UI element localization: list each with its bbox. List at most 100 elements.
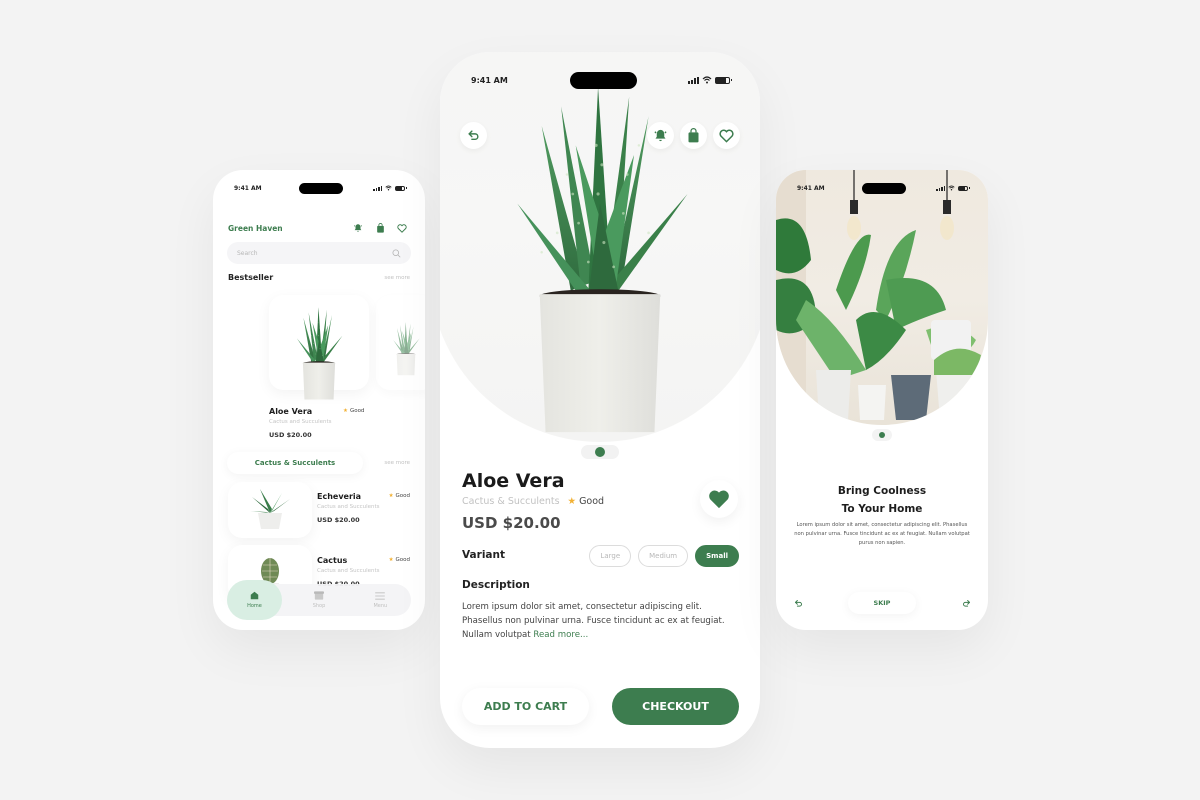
product-title: Aloe Vera: [462, 470, 565, 492]
variant-label: Variant: [462, 549, 505, 561]
variant-option-medium[interactable]: Medium: [638, 545, 689, 567]
indoor-plants-photo: [776, 170, 988, 425]
bell-icon[interactable]: [350, 220, 366, 236]
home-icon: [250, 591, 259, 600]
checkout-button[interactable]: CHECKOUT: [612, 688, 739, 725]
bestseller-see-more[interactable]: see more: [384, 275, 410, 281]
variant-selector: Large Medium Small: [589, 545, 739, 567]
onboarding-phone: 9:41 AM Bring Coolness To Your Home Lore…: [776, 170, 988, 630]
variant-option-large[interactable]: Large: [589, 545, 632, 567]
redo-icon[interactable]: [958, 595, 974, 611]
bestseller-title: Bestseller: [228, 273, 274, 282]
onboarding-title-line-1: Bring Coolness: [837, 485, 927, 497]
home-header: Green Haven: [228, 220, 410, 236]
nav-shop[interactable]: Shop: [288, 584, 349, 616]
product-rating: ★ Good: [389, 557, 410, 563]
carousel-dot-active[interactable]: [879, 432, 885, 438]
bestseller-header: Bestseller see more: [228, 273, 410, 282]
product-rating: ★ Good: [389, 493, 410, 499]
description-title: Description: [462, 579, 530, 591]
status-time: 9:41 AM: [234, 185, 262, 192]
status-icons: [373, 185, 407, 191]
category-pill[interactable]: Cactus & Succulents: [227, 452, 363, 474]
aloe-vera-image: [293, 307, 345, 401]
product-rating: ★ Good: [568, 496, 605, 507]
favorite-button[interactable]: [700, 480, 738, 518]
back-icon[interactable]: [460, 122, 487, 149]
onboarding-controls: SKIP: [790, 592, 974, 614]
dynamic-island: [862, 183, 906, 194]
rating-label: Good: [395, 557, 410, 563]
onboarding-title: Bring Coolness To Your Home: [776, 482, 988, 518]
nav-shop-label: Shop: [312, 603, 326, 609]
status-icons: [688, 76, 732, 84]
star-icon: ★: [388, 493, 394, 499]
shop-icon: [313, 591, 324, 600]
search-placeholder: Search: [237, 249, 258, 257]
signal-icon: [688, 76, 699, 84]
battery-icon: [715, 76, 732, 84]
undo-icon[interactable]: [790, 595, 806, 611]
shopping-bag-icon[interactable]: [372, 220, 388, 236]
product-category: Cactus & Succulents: [462, 496, 560, 507]
signal-icon: [936, 185, 945, 191]
indoor-plants-illustration: [776, 170, 981, 425]
description-body: Lorem ipsum dolor sit amet, consectetur …: [462, 602, 725, 640]
product-category: Cactus and Succulents: [269, 419, 332, 425]
list-item[interactable]: Echeveria Cactus and Succulents USD $20.…: [317, 492, 410, 524]
home-screen-phone: 9:41 AM Green Haven Search Bestseller se…: [213, 170, 425, 630]
rating-label: Good: [579, 496, 605, 507]
heart-icon[interactable]: [394, 220, 410, 236]
bell-icon[interactable]: [647, 122, 674, 149]
heart-icon[interactable]: [713, 122, 740, 149]
search-input[interactable]: Search: [227, 242, 411, 264]
wifi-icon: [385, 185, 392, 191]
product-category: Cactus and Succulents: [317, 504, 380, 510]
onboarding-text: Lorem ipsum dolor sit amet, consectetur …: [794, 522, 970, 546]
description-text: Lorem ipsum dolor sit amet, consectetur …: [462, 600, 742, 642]
onboarding-title-line-2: To Your Home: [841, 503, 923, 515]
rating-label: Good: [349, 408, 365, 414]
star-icon: ★: [567, 496, 577, 507]
detail-top-bar: [460, 122, 740, 149]
category-see-more[interactable]: see more: [384, 460, 410, 466]
product-meta: Cactus & Succulents ★ Good: [462, 496, 604, 507]
nav-menu[interactable]: Menu: [350, 584, 411, 616]
battery-icon: [958, 185, 970, 191]
search-icon[interactable]: [392, 249, 401, 258]
product-price: USD $20.00: [462, 514, 561, 532]
star-icon: ★: [343, 408, 348, 414]
status-time: 9:41 AM: [797, 185, 825, 192]
shopping-bag-icon[interactable]: [680, 122, 707, 149]
status-icons: [936, 185, 970, 191]
carousel-indicator[interactable]: [581, 445, 619, 459]
carousel-dot-active[interactable]: [595, 447, 605, 457]
echeveria-image: [250, 489, 290, 529]
dynamic-island: [570, 72, 637, 89]
product-price: USD $20.00: [317, 516, 360, 524]
carousel-indicator[interactable]: [872, 429, 892, 441]
wifi-icon: [702, 76, 712, 84]
battery-icon: [395, 185, 407, 191]
brand-name: Green Haven: [228, 223, 283, 233]
heart-filled-icon: [709, 490, 729, 509]
product-rating: ★ Good: [343, 408, 364, 414]
variant-option-small[interactable]: Small: [695, 545, 739, 567]
nav-menu-label: Menu: [373, 602, 388, 609]
add-to-cart-button[interactable]: ADD TO CART: [462, 688, 589, 725]
nav-home[interactable]: Home: [227, 580, 282, 620]
wifi-icon: [948, 185, 955, 191]
product-detail-phone: 9:41 AM Aloe Vera Cactus & Succulents ★ G…: [440, 52, 760, 748]
status-time: 9:41 AM: [471, 76, 508, 85]
skip-button[interactable]: SKIP: [848, 592, 916, 614]
nav-home-label: Home: [247, 603, 262, 609]
list-item-image-card[interactable]: [228, 482, 312, 538]
aloe-vera-image: [391, 322, 421, 376]
menu-icon: [375, 591, 386, 600]
dynamic-island: [299, 183, 343, 194]
rating-label: Good: [395, 493, 410, 499]
read-more-link[interactable]: Read more...: [533, 630, 588, 640]
product-price: USD $20.00: [269, 431, 312, 439]
star-icon: ★: [388, 557, 394, 563]
product-category: Cactus and Succulents: [317, 568, 380, 574]
